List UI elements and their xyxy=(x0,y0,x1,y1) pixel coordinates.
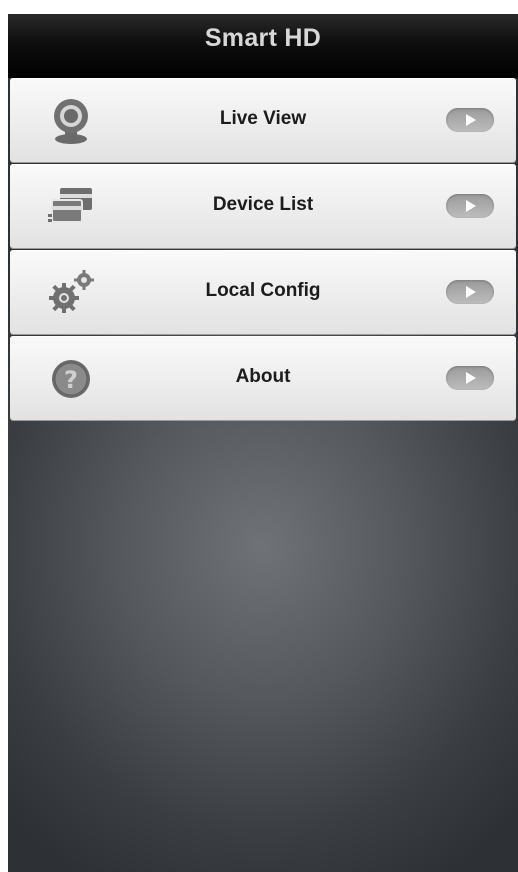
main-menu: Live View Device List Local Config ? Abo… xyxy=(10,78,516,422)
app-title: Smart HD xyxy=(204,24,322,52)
menu-item-live-view[interactable]: Live View xyxy=(10,78,516,162)
menu-item-device-list[interactable]: Device List xyxy=(10,164,516,248)
play-arrow-icon[interactable] xyxy=(446,108,494,132)
menu-item-label: Local Config xyxy=(205,280,321,301)
title-bar: Smart HD xyxy=(8,14,518,78)
play-arrow-icon[interactable] xyxy=(446,366,494,390)
menu-item-label: Device List xyxy=(212,194,314,215)
menu-item-about[interactable]: ? About xyxy=(10,336,516,420)
menu-item-label: Live View xyxy=(219,108,307,129)
menu-item-local-config[interactable]: Local Config xyxy=(10,250,516,334)
play-arrow-icon[interactable] xyxy=(446,194,494,218)
play-arrow-icon[interactable] xyxy=(446,280,494,304)
app-screen: Smart HD Live View Device List Local Con… xyxy=(8,14,518,872)
menu-item-label: About xyxy=(235,366,291,387)
